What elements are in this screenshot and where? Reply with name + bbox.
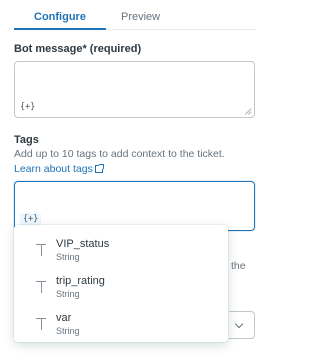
bot-message-label: Bot message* (required) xyxy=(14,43,142,55)
active-tab-indicator xyxy=(14,28,106,30)
chevron-down-icon xyxy=(234,319,244,329)
tags-input[interactable]: {+} xyxy=(14,181,255,231)
learn-about-tags-link[interactable]: Learn about tags xyxy=(14,163,104,175)
variable-name: var xyxy=(56,312,72,324)
tab-preview[interactable]: Preview xyxy=(121,10,160,24)
text-type-icon xyxy=(35,317,47,331)
obscured-hint-text: the xyxy=(231,260,246,272)
learn-about-tags-link-text: Learn about tags xyxy=(14,163,93,175)
bot-message-textarea[interactable]: {+} xyxy=(14,61,255,118)
tab-configure[interactable]: Configure xyxy=(34,10,86,24)
variable-type: String xyxy=(56,252,80,262)
variable-option-var[interactable]: var String xyxy=(14,307,228,343)
variable-option-vip-status[interactable]: VIP_status String xyxy=(14,233,228,269)
tags-hint-text: Add up to 10 tags to add context to the … xyxy=(14,148,225,160)
variable-type: String xyxy=(56,289,80,299)
variable-type: String xyxy=(56,326,80,336)
text-type-icon xyxy=(35,243,47,257)
tab-bar: Configure Preview xyxy=(14,0,256,30)
variable-name: trip_rating xyxy=(56,275,105,287)
variable-name: VIP_status xyxy=(56,238,110,250)
variable-option-trip-rating[interactable]: trip_rating String xyxy=(14,270,228,306)
resize-handle-icon[interactable] xyxy=(245,108,251,114)
bot-message-insert-variable-button[interactable]: {+} xyxy=(20,102,35,112)
tags-label: Tags xyxy=(14,134,39,146)
tags-insert-variable-button[interactable]: {+} xyxy=(20,213,42,225)
variable-dropdown: VIP_status String trip_rating String var… xyxy=(14,225,228,342)
obscured-select[interactable] xyxy=(229,311,255,339)
text-type-icon xyxy=(35,280,47,294)
tags-hint: Add up to 10 tags to add context to the … xyxy=(14,147,254,177)
external-link-icon xyxy=(94,164,104,173)
